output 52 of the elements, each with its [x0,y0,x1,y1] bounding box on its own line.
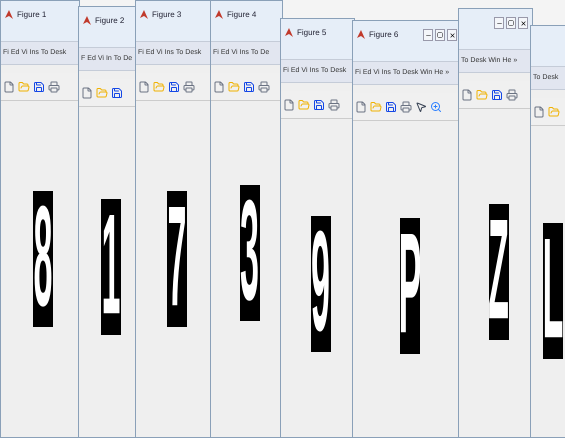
character-image: 1 [101,199,121,335]
save-icon[interactable] [313,98,325,110]
close-icon [448,32,456,38]
save-icon[interactable] [33,80,45,92]
minimize-button[interactable] [423,29,433,41]
maximize-icon [508,20,514,26]
window-title: Figure 6 [369,29,398,41]
character-image: 8 [33,191,53,327]
maximize-button[interactable] [506,17,516,29]
close-button[interactable] [447,29,457,41]
printer-icon[interactable] [400,100,412,112]
printer-icon[interactable] [328,98,340,110]
printer-icon[interactable] [258,80,270,92]
close-button[interactable] [518,17,528,29]
character-image: P [400,218,420,354]
new-file-icon[interactable] [461,88,473,100]
new-file-icon[interactable] [81,86,93,98]
new-file-icon[interactable] [213,80,225,92]
printer-icon[interactable] [48,80,60,92]
save-icon[interactable] [385,100,397,112]
character-image: Z [488,204,508,340]
maximize-button[interactable] [435,29,445,41]
maximize-icon [437,32,443,38]
matlab-logo-icon [83,16,91,26]
save-icon[interactable] [168,80,180,92]
new-file-icon[interactable] [533,106,545,118]
close-icon [520,20,526,26]
character-image: 9 [310,216,330,352]
window-title: Figure 1 [17,9,46,21]
new-file-icon[interactable] [283,98,295,110]
new-file-icon[interactable] [3,80,15,92]
character-image: 7 [167,191,187,327]
minimize-button[interactable] [494,17,504,29]
matlab-logo-icon [285,28,293,38]
new-file-icon[interactable] [138,80,150,92]
matlab-logo-icon [5,10,13,20]
matlab-logo-icon [140,10,148,20]
printer-icon[interactable] [183,80,195,92]
window-title: Figure 2 [95,15,124,27]
save-icon[interactable] [243,80,255,92]
save-icon[interactable] [111,86,123,98]
matlab-logo-icon [357,30,365,40]
new-file-icon[interactable] [355,100,367,112]
character-image: L [543,223,563,359]
printer-icon[interactable] [506,88,518,100]
pointer-icon[interactable] [415,100,427,112]
matlab-logo-icon [215,10,223,20]
character-image: 3 [240,185,260,321]
save-icon[interactable] [491,88,503,100]
window-title: Figure 4 [227,9,256,21]
window-title: Figure 5 [297,27,326,39]
window-title: Figure 3 [152,9,182,21]
